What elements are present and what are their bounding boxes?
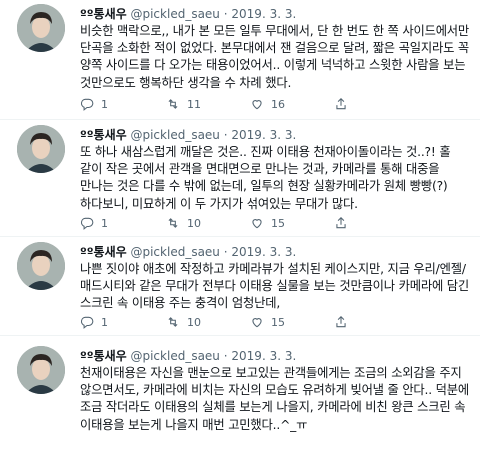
tweet-text: 비슷한 맥락으로,, 내가 본 모든 일투 무대에서, 단 한 번도 한 쪽 사… xyxy=(80,24,470,90)
share-icon xyxy=(336,98,346,110)
tweet[interactable]: ºº통새우 @pickled_saeu · 2019. 3. 3. 천재이태용은… xyxy=(0,342,480,464)
avatar[interactable] xyxy=(17,242,65,290)
retweet-button[interactable]: 10 xyxy=(166,315,250,329)
avatar[interactable] xyxy=(17,4,65,52)
display-name[interactable]: ºº통새우 xyxy=(80,128,127,142)
like-count: 15 xyxy=(271,216,285,230)
separator-dot: · xyxy=(223,128,228,142)
user-handle[interactable]: @pickled_saeu xyxy=(130,245,219,259)
like-icon xyxy=(252,318,262,328)
like-icon xyxy=(252,100,262,110)
retweet-icon xyxy=(168,99,178,109)
avatar[interactable] xyxy=(17,346,65,394)
tweet-header: ºº통새우 @pickled_saeu · 2019. 3. 3. xyxy=(80,348,296,364)
retweet-count: 11 xyxy=(187,97,201,111)
tweet-header: ºº통새우 @pickled_saeu · 2019. 3. 3. xyxy=(80,6,296,22)
like-button[interactable]: 16 xyxy=(250,97,334,111)
tweet-header: ºº통새우 @pickled_saeu · 2019. 3. 3. xyxy=(80,127,296,143)
retweet-button[interactable]: 11 xyxy=(166,97,250,111)
reply-button[interactable]: 1 xyxy=(80,97,166,111)
user-handle[interactable]: @pickled_saeu xyxy=(130,128,219,142)
tweet-text: 천재이태용은 자신을 맨눈으로 보고있는 관객들에게는 조금의 소외감을 주지 … xyxy=(80,366,470,432)
retweet-count: 10 xyxy=(187,216,201,230)
like-count: 15 xyxy=(271,315,285,329)
tweet-header: ºº통새우 @pickled_saeu · 2019. 3. 3. xyxy=(80,244,296,260)
reply-count: 1 xyxy=(101,216,108,230)
tweet-text: 또 하나 새삼스럽게 깨달은 것은.. 진짜 이태용 천재아이돌이라는 것..?… xyxy=(80,145,451,211)
reply-icon xyxy=(80,217,94,230)
retweet-count: 10 xyxy=(187,315,201,329)
tweet-actions: 1 10 15 xyxy=(80,214,460,232)
like-button[interactable]: 15 xyxy=(250,315,334,329)
reply-count: 1 xyxy=(101,315,108,329)
like-icon xyxy=(252,219,262,229)
share-button[interactable] xyxy=(334,97,348,111)
like-count: 16 xyxy=(271,97,285,111)
separator-dot: · xyxy=(223,245,228,259)
tweet[interactable]: ºº통새우 @pickled_saeu · 2019. 3. 3. 또 하나 새… xyxy=(0,121,480,237)
display-name[interactable]: ºº통새우 xyxy=(80,7,127,21)
like-button[interactable]: 15 xyxy=(250,216,334,230)
tweet-date[interactable]: 2019. 3. 3. xyxy=(231,245,296,259)
tweet-actions: 1 10 15 xyxy=(80,313,460,331)
display-name[interactable]: ºº통새우 xyxy=(80,245,127,259)
user-handle[interactable]: @pickled_saeu xyxy=(130,7,219,21)
tweet-text: 나쁜 짓이야 애초에 작정하고 카메라뷰가 설치된 케이스지만, 지금 우리/엔… xyxy=(80,262,470,311)
reply-icon xyxy=(80,98,94,111)
user-handle[interactable]: @pickled_saeu xyxy=(130,349,219,363)
display-name[interactable]: ºº통새우 xyxy=(80,349,127,363)
share-icon xyxy=(336,316,346,328)
reply-button[interactable]: 1 xyxy=(80,315,166,329)
reply-icon xyxy=(80,316,94,329)
share-button[interactable] xyxy=(334,216,348,230)
tweet-date[interactable]: 2019. 3. 3. xyxy=(231,349,296,363)
separator-dot: · xyxy=(223,349,228,363)
share-icon xyxy=(336,217,346,229)
retweet-button[interactable]: 10 xyxy=(166,216,250,230)
tweet[interactable]: ºº통새우 @pickled_saeu · 2019. 3. 3. 나쁜 짓이야… xyxy=(0,238,480,336)
timeline: ºº통새우 @pickled_saeu · 2019. 3. 3. 비슷한 맥락… xyxy=(0,0,480,464)
reply-button[interactable]: 1 xyxy=(80,216,166,230)
tweet[interactable]: ºº통새우 @pickled_saeu · 2019. 3. 3. 비슷한 맥락… xyxy=(0,0,480,120)
reply-count: 1 xyxy=(101,97,108,111)
share-button[interactable] xyxy=(334,315,348,329)
separator-dot: · xyxy=(223,7,228,21)
tweet-date[interactable]: 2019. 3. 3. xyxy=(231,128,296,142)
retweet-icon xyxy=(168,218,178,228)
tweet-date[interactable]: 2019. 3. 3. xyxy=(231,7,296,21)
retweet-icon xyxy=(168,317,178,327)
avatar[interactable] xyxy=(17,125,65,173)
tweet-actions: 1 11 16 xyxy=(80,95,460,113)
